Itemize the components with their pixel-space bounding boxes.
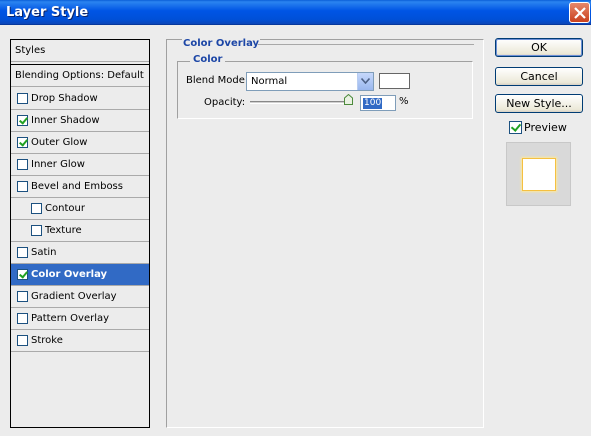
style-checkbox[interactable] (17, 335, 28, 346)
style-item-inner-glow[interactable]: Inner Glow (11, 154, 149, 176)
style-checkbox[interactable] (31, 225, 42, 236)
preview-swatch (523, 159, 555, 190)
style-item-label: Texture (45, 225, 82, 236)
style-item-label: Color Overlay (31, 269, 108, 280)
preview-label: Preview (524, 121, 567, 134)
style-item-label: Satin (31, 247, 57, 258)
style-item-label: Inner Shadow (31, 115, 100, 126)
styles-list: Styles Blending Options: Default Drop Sh… (10, 39, 150, 428)
opacity-slider[interactable] (250, 101, 352, 104)
style-item-satin[interactable]: Satin (11, 242, 149, 264)
style-item-color-overlay[interactable]: Color Overlay (11, 264, 149, 286)
blend-mode-select[interactable]: Normal (246, 72, 374, 91)
style-checkbox[interactable] (17, 137, 28, 148)
style-item-stroke[interactable]: Stroke (11, 330, 149, 352)
style-item-label: Bevel and Emboss (31, 181, 123, 192)
style-item-label: Contour (45, 203, 85, 214)
style-checkbox[interactable] (17, 291, 28, 302)
color-group-title: Color (190, 54, 226, 65)
dropdown-button[interactable] (357, 73, 373, 90)
new-style-button[interactable]: New Style... (495, 94, 583, 113)
close-button[interactable] (569, 2, 590, 23)
style-item-inner-shadow[interactable]: Inner Shadow (11, 110, 149, 132)
preview-checkbox[interactable] (509, 121, 522, 134)
style-item-label: Inner Glow (31, 159, 85, 170)
style-checkbox[interactable] (17, 115, 28, 126)
style-checkbox[interactable] (31, 203, 42, 214)
style-preview (506, 142, 571, 206)
blending-options-label: Blending Options: Default (15, 70, 144, 81)
style-item-pattern-overlay[interactable]: Pattern Overlay (11, 308, 149, 330)
chevron-down-icon (361, 78, 370, 84)
title-bar[interactable]: Layer Style (0, 0, 591, 25)
style-item-label: Pattern Overlay (31, 313, 110, 324)
style-item-outer-glow[interactable]: Outer Glow (11, 132, 149, 154)
style-checkbox[interactable] (17, 93, 28, 104)
style-item-bevel-and-emboss[interactable]: Bevel and Emboss (11, 176, 149, 198)
slider-thumb[interactable] (344, 94, 353, 105)
style-checkbox[interactable] (17, 269, 28, 280)
window-title: Layer Style (6, 5, 89, 20)
style-checkbox[interactable] (17, 247, 28, 258)
opacity-value: 100 (363, 98, 383, 109)
style-item-drop-shadow[interactable]: Drop Shadow (11, 88, 149, 110)
ok-button[interactable]: OK (495, 38, 583, 57)
styles-header-label: Styles (15, 45, 46, 56)
styles-header[interactable]: Styles (11, 40, 149, 62)
blend-mode-label: Blend Mode: (186, 75, 249, 86)
overlay-color-swatch[interactable] (379, 73, 410, 89)
style-item-label: Stroke (31, 335, 63, 346)
divider (258, 44, 474, 45)
blend-mode-value: Normal (251, 76, 288, 87)
style-checkbox[interactable] (17, 159, 28, 170)
style-item-label: Gradient Overlay (31, 291, 117, 302)
opacity-input[interactable]: 100 (360, 95, 396, 111)
style-checkbox[interactable] (17, 181, 28, 192)
style-checkbox[interactable] (17, 313, 28, 324)
style-item-label: Drop Shadow (31, 93, 98, 104)
opacity-unit: % (399, 96, 409, 107)
style-item-label: Outer Glow (31, 137, 88, 148)
panel-title: Color Overlay (182, 38, 261, 49)
style-item-gradient-overlay[interactable]: Gradient Overlay (11, 286, 149, 308)
close-icon (574, 7, 586, 19)
style-item-texture[interactable]: Texture (11, 220, 149, 242)
cancel-button[interactable]: Cancel (495, 67, 583, 86)
style-item-contour[interactable]: Contour (11, 198, 149, 220)
opacity-label: Opacity: (204, 97, 246, 108)
blending-options-item[interactable]: Blending Options: Default (11, 64, 149, 87)
